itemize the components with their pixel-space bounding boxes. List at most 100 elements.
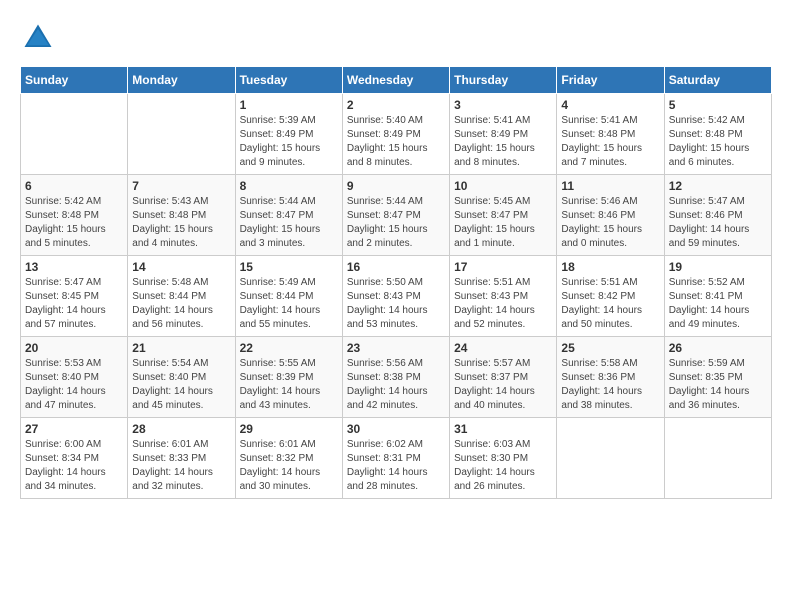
- weekday-header-sunday: Sunday: [21, 67, 128, 94]
- day-info: Sunrise: 5:43 AM Sunset: 8:48 PM Dayligh…: [132, 195, 230, 251]
- day-number: 7: [132, 179, 230, 193]
- page-header: [20, 20, 772, 56]
- day-number: 18: [561, 260, 659, 274]
- day-number: 15: [240, 260, 338, 274]
- calendar-week-3: 13 Sunrise: 5:47 AM Sunset: 8:45 PM Dayli…: [21, 256, 772, 337]
- calendar-week-1: 1 Sunrise: 5:39 AM Sunset: 8:49 PM Daylig…: [21, 94, 772, 175]
- calendar-cell: 30Sunrise: 6:02 AM Sunset: 8:31 PM Dayli…: [342, 418, 449, 499]
- day-info: Sunrise: 5:54 AM Sunset: 8:40 PM Dayligh…: [132, 357, 230, 413]
- day-number: 22: [240, 341, 338, 355]
- day-info: Sunrise: 5:51 AM Sunset: 8:43 PM Dayligh…: [454, 276, 552, 332]
- day-number: 5: [669, 98, 767, 112]
- calendar-cell: 14Sunrise: 5:48 AM Sunset: 8:44 PM Dayli…: [128, 256, 235, 337]
- calendar-cell: 27Sunrise: 6:00 AM Sunset: 8:34 PM Dayli…: [21, 418, 128, 499]
- day-info: Sunrise: 5:55 AM Sunset: 8:39 PM Dayligh…: [240, 357, 338, 413]
- weekday-header-wednesday: Wednesday: [342, 67, 449, 94]
- calendar-cell: 24 Sunrise: 5:57 AM Sunset: 8:37 PM Dayli…: [450, 337, 557, 418]
- calendar-cell: 26 Sunrise: 5:59 AM Sunset: 8:35 PM Dayli…: [664, 337, 771, 418]
- calendar-cell: 21 Sunrise: 5:54 AM Sunset: 8:40 PM Dayli…: [128, 337, 235, 418]
- day-info: Sunrise: 6:01 AM Sunset: 8:32 PM Dayligh…: [240, 438, 338, 494]
- day-number: 24: [454, 341, 552, 355]
- day-number: 25: [561, 341, 659, 355]
- day-info: Sunrise: 5:59 AM Sunset: 8:35 PM Dayligh…: [669, 357, 767, 413]
- day-number: 30: [347, 422, 445, 436]
- calendar-cell: 11 Sunrise: 5:46 AM Sunset: 8:46 PM Dayli…: [557, 175, 664, 256]
- calendar-cell: 12 Sunrise: 5:47 AM Sunset: 8:46 PM Dayli…: [664, 175, 771, 256]
- day-info: Sunrise: 5:44 AM Sunset: 8:47 PM Dayligh…: [240, 195, 338, 251]
- calendar-cell: [557, 418, 664, 499]
- day-number: 16: [347, 260, 445, 274]
- calendar-cell: 23Sunrise: 5:56 AM Sunset: 8:38 PM Dayli…: [342, 337, 449, 418]
- calendar-week-4: 20 Sunrise: 5:53 AM Sunset: 8:40 PM Dayli…: [21, 337, 772, 418]
- calendar-header: SundayMondayTuesdayWednesdayThursdayFrid…: [21, 67, 772, 94]
- day-info: Sunrise: 5:39 AM Sunset: 8:49 PM Dayligh…: [240, 114, 338, 170]
- day-number: 26: [669, 341, 767, 355]
- calendar-week-5: 27Sunrise: 6:00 AM Sunset: 8:34 PM Dayli…: [21, 418, 772, 499]
- day-number: 31: [454, 422, 552, 436]
- day-info: Sunrise: 5:47 AM Sunset: 8:45 PM Dayligh…: [25, 276, 123, 332]
- day-number: 1: [240, 98, 338, 112]
- calendar-cell: 2Sunrise: 5:40 AM Sunset: 8:49 PM Daylig…: [342, 94, 449, 175]
- day-number: 17: [454, 260, 552, 274]
- day-info: Sunrise: 5:40 AM Sunset: 8:49 PM Dayligh…: [347, 114, 445, 170]
- day-number: 13: [25, 260, 123, 274]
- calendar-cell: 17 Sunrise: 5:51 AM Sunset: 8:43 PM Dayli…: [450, 256, 557, 337]
- calendar-cell: 1 Sunrise: 5:39 AM Sunset: 8:49 PM Daylig…: [235, 94, 342, 175]
- day-info: Sunrise: 5:53 AM Sunset: 8:40 PM Dayligh…: [25, 357, 123, 413]
- day-info: Sunrise: 5:57 AM Sunset: 8:37 PM Dayligh…: [454, 357, 552, 413]
- calendar-cell: 20 Sunrise: 5:53 AM Sunset: 8:40 PM Dayli…: [21, 337, 128, 418]
- day-info: Sunrise: 5:47 AM Sunset: 8:46 PM Dayligh…: [669, 195, 767, 251]
- calendar-cell: 13 Sunrise: 5:47 AM Sunset: 8:45 PM Dayli…: [21, 256, 128, 337]
- weekday-header-thursday: Thursday: [450, 67, 557, 94]
- day-number: 12: [669, 179, 767, 193]
- calendar-cell: 8 Sunrise: 5:44 AM Sunset: 8:47 PM Daylig…: [235, 175, 342, 256]
- day-number: 6: [25, 179, 123, 193]
- day-info: Sunrise: 5:41 AM Sunset: 8:48 PM Dayligh…: [561, 114, 659, 170]
- calendar-cell: 22 Sunrise: 5:55 AM Sunset: 8:39 PM Dayli…: [235, 337, 342, 418]
- logo: [20, 20, 60, 56]
- day-info: Sunrise: 5:41 AM Sunset: 8:49 PM Dayligh…: [454, 114, 552, 170]
- day-number: 21: [132, 341, 230, 355]
- calendar-cell: 16 Sunrise: 5:50 AM Sunset: 8:43 PM Dayli…: [342, 256, 449, 337]
- day-number: 8: [240, 179, 338, 193]
- calendar-cell: 31Sunrise: 6:03 AM Sunset: 8:30 PM Dayli…: [450, 418, 557, 499]
- calendar-body: 1 Sunrise: 5:39 AM Sunset: 8:49 PM Daylig…: [21, 94, 772, 499]
- day-info: Sunrise: 6:00 AM Sunset: 8:34 PM Dayligh…: [25, 438, 123, 494]
- day-info: Sunrise: 5:48 AM Sunset: 8:44 PM Dayligh…: [132, 276, 230, 332]
- calendar-cell: 18 Sunrise: 5:51 AM Sunset: 8:42 PM Dayli…: [557, 256, 664, 337]
- day-number: 28: [132, 422, 230, 436]
- calendar-cell: 9Sunrise: 5:44 AM Sunset: 8:47 PM Daylig…: [342, 175, 449, 256]
- calendar-cell: 6 Sunrise: 5:42 AM Sunset: 8:48 PM Daylig…: [21, 175, 128, 256]
- calendar-cell: 3Sunrise: 5:41 AM Sunset: 8:49 PM Daylig…: [450, 94, 557, 175]
- calendar-cell: 19Sunrise: 5:52 AM Sunset: 8:41 PM Dayli…: [664, 256, 771, 337]
- weekday-header-row: SundayMondayTuesdayWednesdayThursdayFrid…: [21, 67, 772, 94]
- logo-icon: [20, 20, 56, 56]
- calendar-cell: 29Sunrise: 6:01 AM Sunset: 8:32 PM Dayli…: [235, 418, 342, 499]
- day-info: Sunrise: 5:49 AM Sunset: 8:44 PM Dayligh…: [240, 276, 338, 332]
- calendar-cell: 25Sunrise: 5:58 AM Sunset: 8:36 PM Dayli…: [557, 337, 664, 418]
- calendar-cell: [21, 94, 128, 175]
- calendar-cell: 28 Sunrise: 6:01 AM Sunset: 8:33 PM Dayli…: [128, 418, 235, 499]
- weekday-header-tuesday: Tuesday: [235, 67, 342, 94]
- weekday-header-monday: Monday: [128, 67, 235, 94]
- day-info: Sunrise: 5:46 AM Sunset: 8:46 PM Dayligh…: [561, 195, 659, 251]
- day-info: Sunrise: 5:56 AM Sunset: 8:38 PM Dayligh…: [347, 357, 445, 413]
- day-info: Sunrise: 5:44 AM Sunset: 8:47 PM Dayligh…: [347, 195, 445, 251]
- calendar-table: SundayMondayTuesdayWednesdayThursdayFrid…: [20, 66, 772, 499]
- day-info: Sunrise: 6:01 AM Sunset: 8:33 PM Dayligh…: [132, 438, 230, 494]
- day-info: Sunrise: 5:52 AM Sunset: 8:41 PM Dayligh…: [669, 276, 767, 332]
- calendar-cell: 7 Sunrise: 5:43 AM Sunset: 8:48 PM Daylig…: [128, 175, 235, 256]
- day-info: Sunrise: 5:45 AM Sunset: 8:47 PM Dayligh…: [454, 195, 552, 251]
- day-number: 11: [561, 179, 659, 193]
- calendar-cell: 4 Sunrise: 5:41 AM Sunset: 8:48 PM Daylig…: [557, 94, 664, 175]
- day-info: Sunrise: 5:50 AM Sunset: 8:43 PM Dayligh…: [347, 276, 445, 332]
- weekday-header-friday: Friday: [557, 67, 664, 94]
- calendar-cell: 10Sunrise: 5:45 AM Sunset: 8:47 PM Dayli…: [450, 175, 557, 256]
- calendar-cell: [128, 94, 235, 175]
- day-info: Sunrise: 5:42 AM Sunset: 8:48 PM Dayligh…: [25, 195, 123, 251]
- day-number: 4: [561, 98, 659, 112]
- day-number: 20: [25, 341, 123, 355]
- calendar-week-2: 6 Sunrise: 5:42 AM Sunset: 8:48 PM Daylig…: [21, 175, 772, 256]
- day-info: Sunrise: 5:51 AM Sunset: 8:42 PM Dayligh…: [561, 276, 659, 332]
- weekday-header-saturday: Saturday: [664, 67, 771, 94]
